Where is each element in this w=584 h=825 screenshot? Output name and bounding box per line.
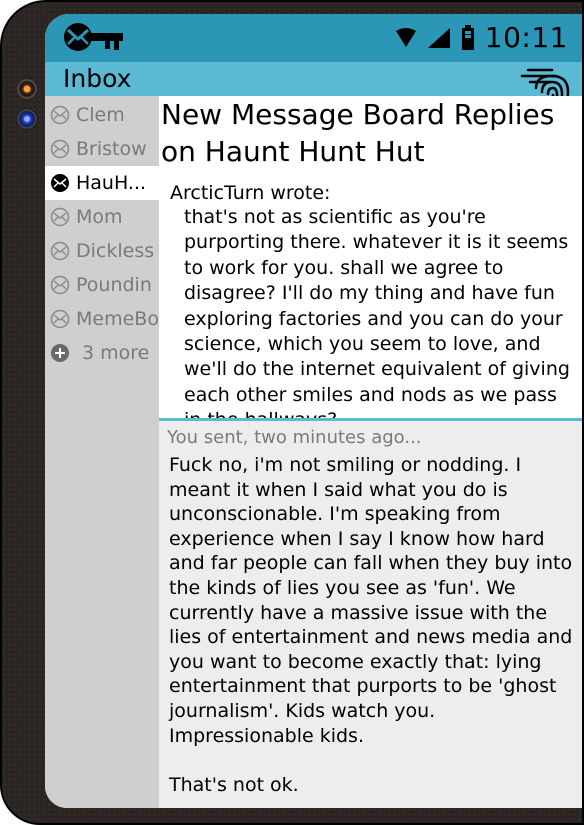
quote-author: ArcticTurn wrote: xyxy=(170,182,331,204)
mail-key-logo-icon xyxy=(64,23,123,51)
sidebar-item-bristow[interactable]: Bristow xyxy=(45,132,159,166)
sidebar-item-label: HauH... xyxy=(76,172,147,194)
sidebar-more-button[interactable]: 3 more xyxy=(45,336,159,370)
sidebar-item-dickless[interactable]: Dickless xyxy=(45,234,159,268)
sidebar-item-label: Dickless xyxy=(76,240,155,262)
sidebar-item-label: Poundin xyxy=(76,274,152,296)
envelope-icon xyxy=(50,275,70,295)
envelope-icon xyxy=(50,241,70,261)
envelope-icon xyxy=(50,139,70,159)
quote-text: that's not as scientific as you're purpo… xyxy=(184,206,570,431)
sidebar-item-memebo[interactable]: MemeBo xyxy=(45,302,159,336)
sidebar-item-label: Clem xyxy=(76,104,125,126)
sidebar-item-label: Bristow xyxy=(76,138,147,160)
sidebar-item-label: Mom xyxy=(76,206,123,228)
message-subject: New Message Board Replies on Haunt Hunt … xyxy=(161,98,555,168)
reply-meta: You sent, two minutes ago... xyxy=(167,427,422,448)
screen: 10:11 Inbox Clem Bristow HauH... Mom Dic… xyxy=(45,14,582,808)
reply-text: Fuck no, i'm not smiling or nodding. I m… xyxy=(169,454,573,796)
sidebar-item-mom[interactable]: Mom xyxy=(45,200,159,234)
battery-icon xyxy=(461,25,474,50)
wifi-icon xyxy=(395,28,416,47)
signal-icon xyxy=(427,28,450,48)
envelope-icon xyxy=(50,309,70,329)
envelope-icon xyxy=(50,207,70,227)
inbox-title: Inbox xyxy=(63,64,132,93)
sensor-lens-icon xyxy=(16,108,38,130)
message-view: New Message Board Replies on Haunt Hunt … xyxy=(159,96,582,808)
sent-reply: You sent, two minutes ago... Fuck no, i'… xyxy=(159,418,582,808)
envelope-icon xyxy=(50,105,70,125)
sidebar-item-label: MemeBo xyxy=(76,308,159,330)
sidebar-more-label: 3 more xyxy=(82,342,150,364)
clock: 10:11 xyxy=(484,21,568,54)
phone-frame: 10:11 Inbox Clem Bristow HauH... Mom Dic… xyxy=(0,0,584,825)
status-bar: 10:11 xyxy=(45,14,582,62)
sidebar-item-clem[interactable]: Clem xyxy=(45,98,159,132)
sidebar-item-hauh[interactable]: HauH... xyxy=(45,166,159,200)
front-camera-icon xyxy=(16,78,38,100)
sidebar: Clem Bristow HauH... Mom Dickless Poundi… xyxy=(45,96,159,808)
plus-circle-icon xyxy=(51,344,69,362)
envelope-icon xyxy=(51,174,69,192)
sidebar-item-poundin[interactable]: Poundin xyxy=(45,268,159,302)
